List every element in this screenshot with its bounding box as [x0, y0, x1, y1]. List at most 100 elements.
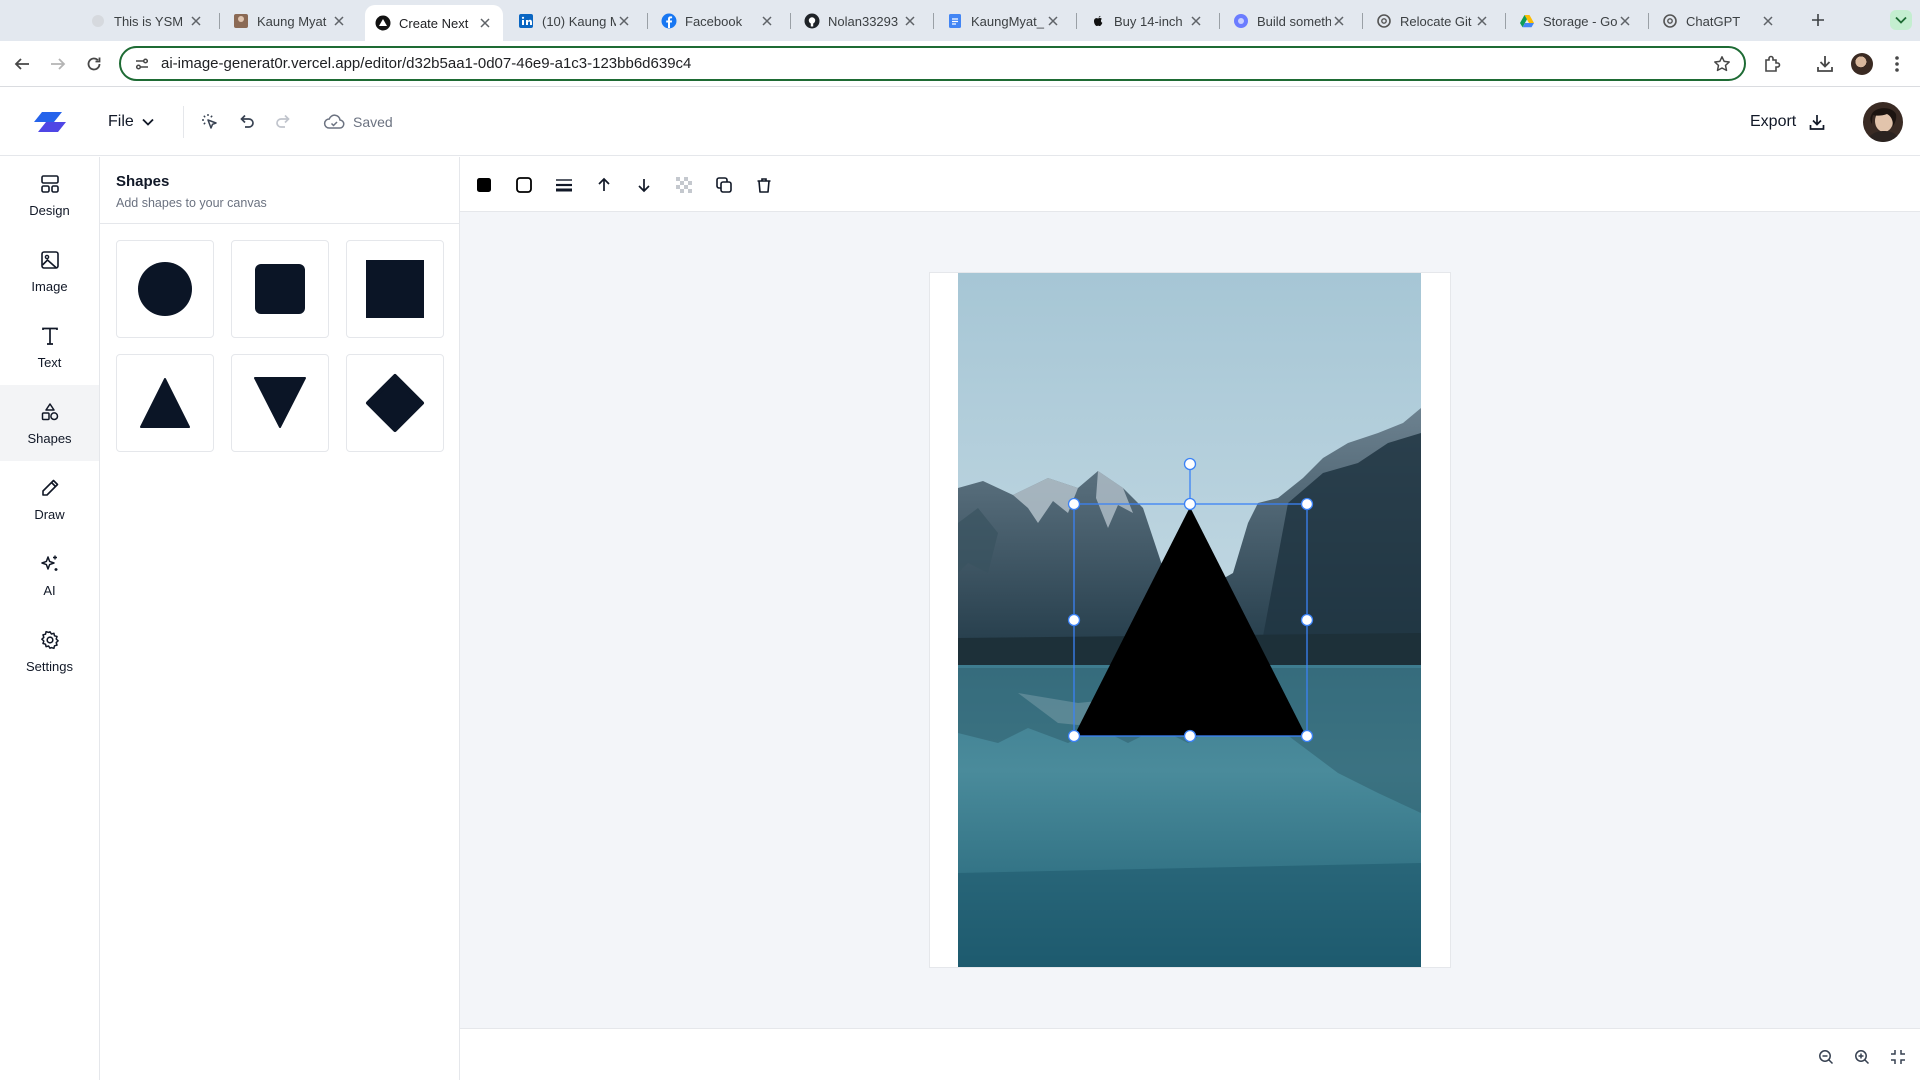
- bookmark-star-icon[interactable]: [1712, 54, 1732, 74]
- browser-tab[interactable]: KaungMyat_: [937, 6, 1071, 36]
- sidebar-item-design[interactable]: Design: [0, 157, 99, 233]
- address-bar[interactable]: ai-image-generat0r.vercel.app/editor/d32…: [119, 46, 1746, 81]
- downloads-icon[interactable]: [1814, 53, 1836, 75]
- browser-tab[interactable]: Relocate Git: [1366, 6, 1500, 36]
- browser-tab[interactable]: Nolan33293: [794, 6, 928, 36]
- sidebar-item-settings[interactable]: Settings: [0, 613, 99, 689]
- send-backward-arrow-down-icon[interactable]: [632, 173, 656, 197]
- photo-favicon: [233, 13, 249, 29]
- undo-icon[interactable]: [235, 110, 259, 134]
- triangle-shape-icon: [140, 378, 190, 428]
- layout-icon: [38, 172, 62, 196]
- panel-title: Shapes: [116, 173, 170, 190]
- fit-to-screen-icon[interactable]: [1888, 1047, 1908, 1067]
- file-menu-button[interactable]: File: [108, 108, 154, 136]
- cloud-check-icon: [323, 114, 345, 130]
- bring-forward-arrow-up-icon[interactable]: [592, 173, 616, 197]
- shapes-panel: Shapes Add shapes to your canvas: [100, 157, 460, 1080]
- chevron-down-icon: [142, 118, 154, 126]
- url-text: ai-image-generat0r.vercel.app/editor/d32…: [161, 55, 692, 72]
- shape-circle-button[interactable]: [116, 240, 214, 338]
- export-label: Export: [1750, 113, 1797, 130]
- tab-separator: [1505, 13, 1506, 29]
- canvas-landscape-image[interactable]: [958, 273, 1421, 967]
- sidebar-item-text[interactable]: Text: [0, 309, 99, 385]
- tab-search-chevron-icon[interactable]: [1890, 10, 1912, 30]
- stroke-color-icon[interactable]: [512, 173, 536, 197]
- opacity-checkerboard-icon[interactable]: [672, 173, 696, 197]
- shape-square-button[interactable]: [346, 240, 444, 338]
- tab-separator: [1362, 13, 1363, 29]
- close-tab-icon[interactable]: [616, 13, 632, 29]
- browser-tab[interactable]: Buy 14-inch: [1080, 6, 1214, 36]
- tab-separator: [219, 13, 220, 29]
- tab-separator: [1076, 13, 1077, 29]
- close-tab-icon[interactable]: [1331, 13, 1347, 29]
- sidebar-item-image[interactable]: Image: [0, 233, 99, 309]
- reload-icon[interactable]: [82, 52, 106, 76]
- site-settings-icon[interactable]: [133, 55, 151, 73]
- drive-icon: [1519, 13, 1535, 29]
- back-arrow-icon[interactable]: [10, 52, 34, 76]
- browser-tab[interactable]: (10) Kaung M: [508, 6, 642, 36]
- file-menu-label: File: [108, 113, 134, 130]
- forward-arrow-icon[interactable]: [46, 52, 70, 76]
- vercel-icon: [375, 15, 391, 31]
- close-tab-icon[interactable]: [759, 13, 775, 29]
- browser-menu-icon[interactable]: [1886, 53, 1908, 75]
- browser-tab[interactable]: Storage - Go: [1509, 6, 1643, 36]
- sidebar-item-ai[interactable]: AI: [0, 537, 99, 613]
- redo-icon[interactable]: [271, 110, 295, 134]
- canvas-footer: [460, 1028, 1920, 1080]
- stroke-width-icon[interactable]: [552, 173, 576, 197]
- zoom-out-icon[interactable]: [1816, 1047, 1836, 1067]
- image-icon: [38, 248, 62, 272]
- app-icon: [90, 13, 106, 29]
- app-logo-icon[interactable]: [34, 106, 66, 138]
- close-tab-icon[interactable]: [1474, 13, 1490, 29]
- globe-icon: [1233, 13, 1249, 29]
- tab-separator: [933, 13, 934, 29]
- apple-icon: [1090, 13, 1106, 29]
- close-tab-icon[interactable]: [477, 15, 493, 31]
- shape-rounded-square-button[interactable]: [231, 240, 329, 338]
- user-avatar[interactable]: [1863, 102, 1903, 142]
- shape-diamond-button[interactable]: [346, 354, 444, 452]
- panel-subtitle: Add shapes to your canvas: [116, 196, 267, 210]
- save-status: Saved: [323, 110, 393, 134]
- tab-separator: [790, 13, 791, 29]
- browser-toolbar: ai-image-generat0r.vercel.app/editor/d32…: [0, 41, 1920, 87]
- sparkles-icon: [38, 552, 62, 576]
- shape-triangle-button[interactable]: [116, 354, 214, 452]
- export-button[interactable]: Export: [1750, 108, 1826, 136]
- close-tab-icon[interactable]: [1760, 13, 1776, 29]
- delete-trash-icon[interactable]: [752, 173, 776, 197]
- chatgpt-icon: [1376, 13, 1392, 29]
- close-tab-icon[interactable]: [1188, 13, 1204, 29]
- zoom-in-icon[interactable]: [1852, 1047, 1872, 1067]
- sidebar-item-shapes[interactable]: Shapes: [0, 385, 99, 461]
- close-tab-icon[interactable]: [1617, 13, 1633, 29]
- fill-color-icon[interactable]: [472, 173, 496, 197]
- editor-sidebar: Design Image Text Shapes Draw AI Setting…: [0, 157, 100, 1080]
- close-tab-icon[interactable]: [902, 13, 918, 29]
- browser-tab[interactable]: Kaung Myat: [223, 6, 357, 36]
- tab-separator: [1219, 13, 1220, 29]
- browser-tab[interactable]: Facebook: [651, 6, 785, 36]
- close-tab-icon[interactable]: [331, 13, 347, 29]
- browser-profile-avatar[interactable]: [1851, 53, 1873, 75]
- new-tab-plus-icon[interactable]: [1807, 9, 1829, 31]
- browser-tab[interactable]: ChatGPT: [1652, 6, 1786, 36]
- duplicate-copy-icon[interactable]: [712, 173, 736, 197]
- close-tab-icon[interactable]: [188, 13, 204, 29]
- browser-tab-strip: This is YSM Kaung Myat Create Next (10) …: [0, 0, 1920, 41]
- browser-tab-active[interactable]: Create Next: [365, 5, 503, 41]
- shape-inverted-triangle-button[interactable]: [231, 354, 329, 452]
- extensions-puzzle-icon[interactable]: [1761, 53, 1783, 75]
- close-tab-icon[interactable]: [1045, 13, 1061, 29]
- browser-tab[interactable]: Build someth: [1223, 6, 1357, 36]
- select-pointer-icon[interactable]: [198, 110, 222, 134]
- sidebar-item-draw[interactable]: Draw: [0, 461, 99, 537]
- browser-tab[interactable]: This is YSM: [80, 6, 214, 36]
- text-icon: [38, 324, 62, 348]
